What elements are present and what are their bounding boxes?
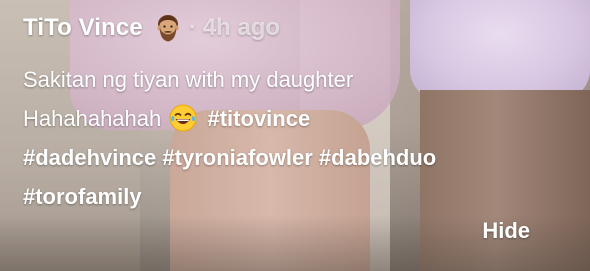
hashtag-link[interactable]: #torofamily	[23, 184, 142, 209]
caption-line-2: Hahahahahah #titovince	[23, 99, 563, 138]
post-separator-dot: ·	[188, 14, 197, 41]
hashtag-link[interactable]: #tyroniafowler	[162, 145, 312, 170]
caption-line-4: #torofamily	[23, 177, 563, 216]
bearded-man-emoji-icon	[153, 13, 183, 43]
post-info-overlay: TiTo Vince · 4h ago Sakitan ng tiyan wit…	[0, 0, 590, 271]
caption-line-1: Sakitan ng tiyan with my daughter	[23, 60, 563, 99]
hide-caption-button[interactable]: Hide	[482, 218, 530, 244]
laughing-tears-emoji-icon	[169, 104, 197, 132]
caption-text-laugh: Hahahahahah	[23, 106, 162, 131]
video-post-frame[interactable]: TiTo Vince · 4h ago Sakitan ng tiyan wit…	[0, 0, 590, 271]
hashtag-link[interactable]: #dadehvince	[23, 145, 156, 170]
hashtag-link[interactable]: #titovince	[208, 106, 311, 131]
post-caption: Sakitan ng tiyan with my daughter Hahaha…	[23, 60, 563, 216]
post-header: TiTo Vince · 4h ago	[23, 10, 280, 46]
hashtag-link[interactable]: #dabehduo	[319, 145, 436, 170]
post-timestamp: 4h ago	[202, 14, 281, 41]
username-link[interactable]: TiTo Vince	[23, 14, 143, 42]
caption-text: Sakitan ng tiyan with my daughter	[23, 67, 354, 92]
caption-line-3: #dadehvince #tyroniafowler #dabehduo	[23, 138, 563, 177]
